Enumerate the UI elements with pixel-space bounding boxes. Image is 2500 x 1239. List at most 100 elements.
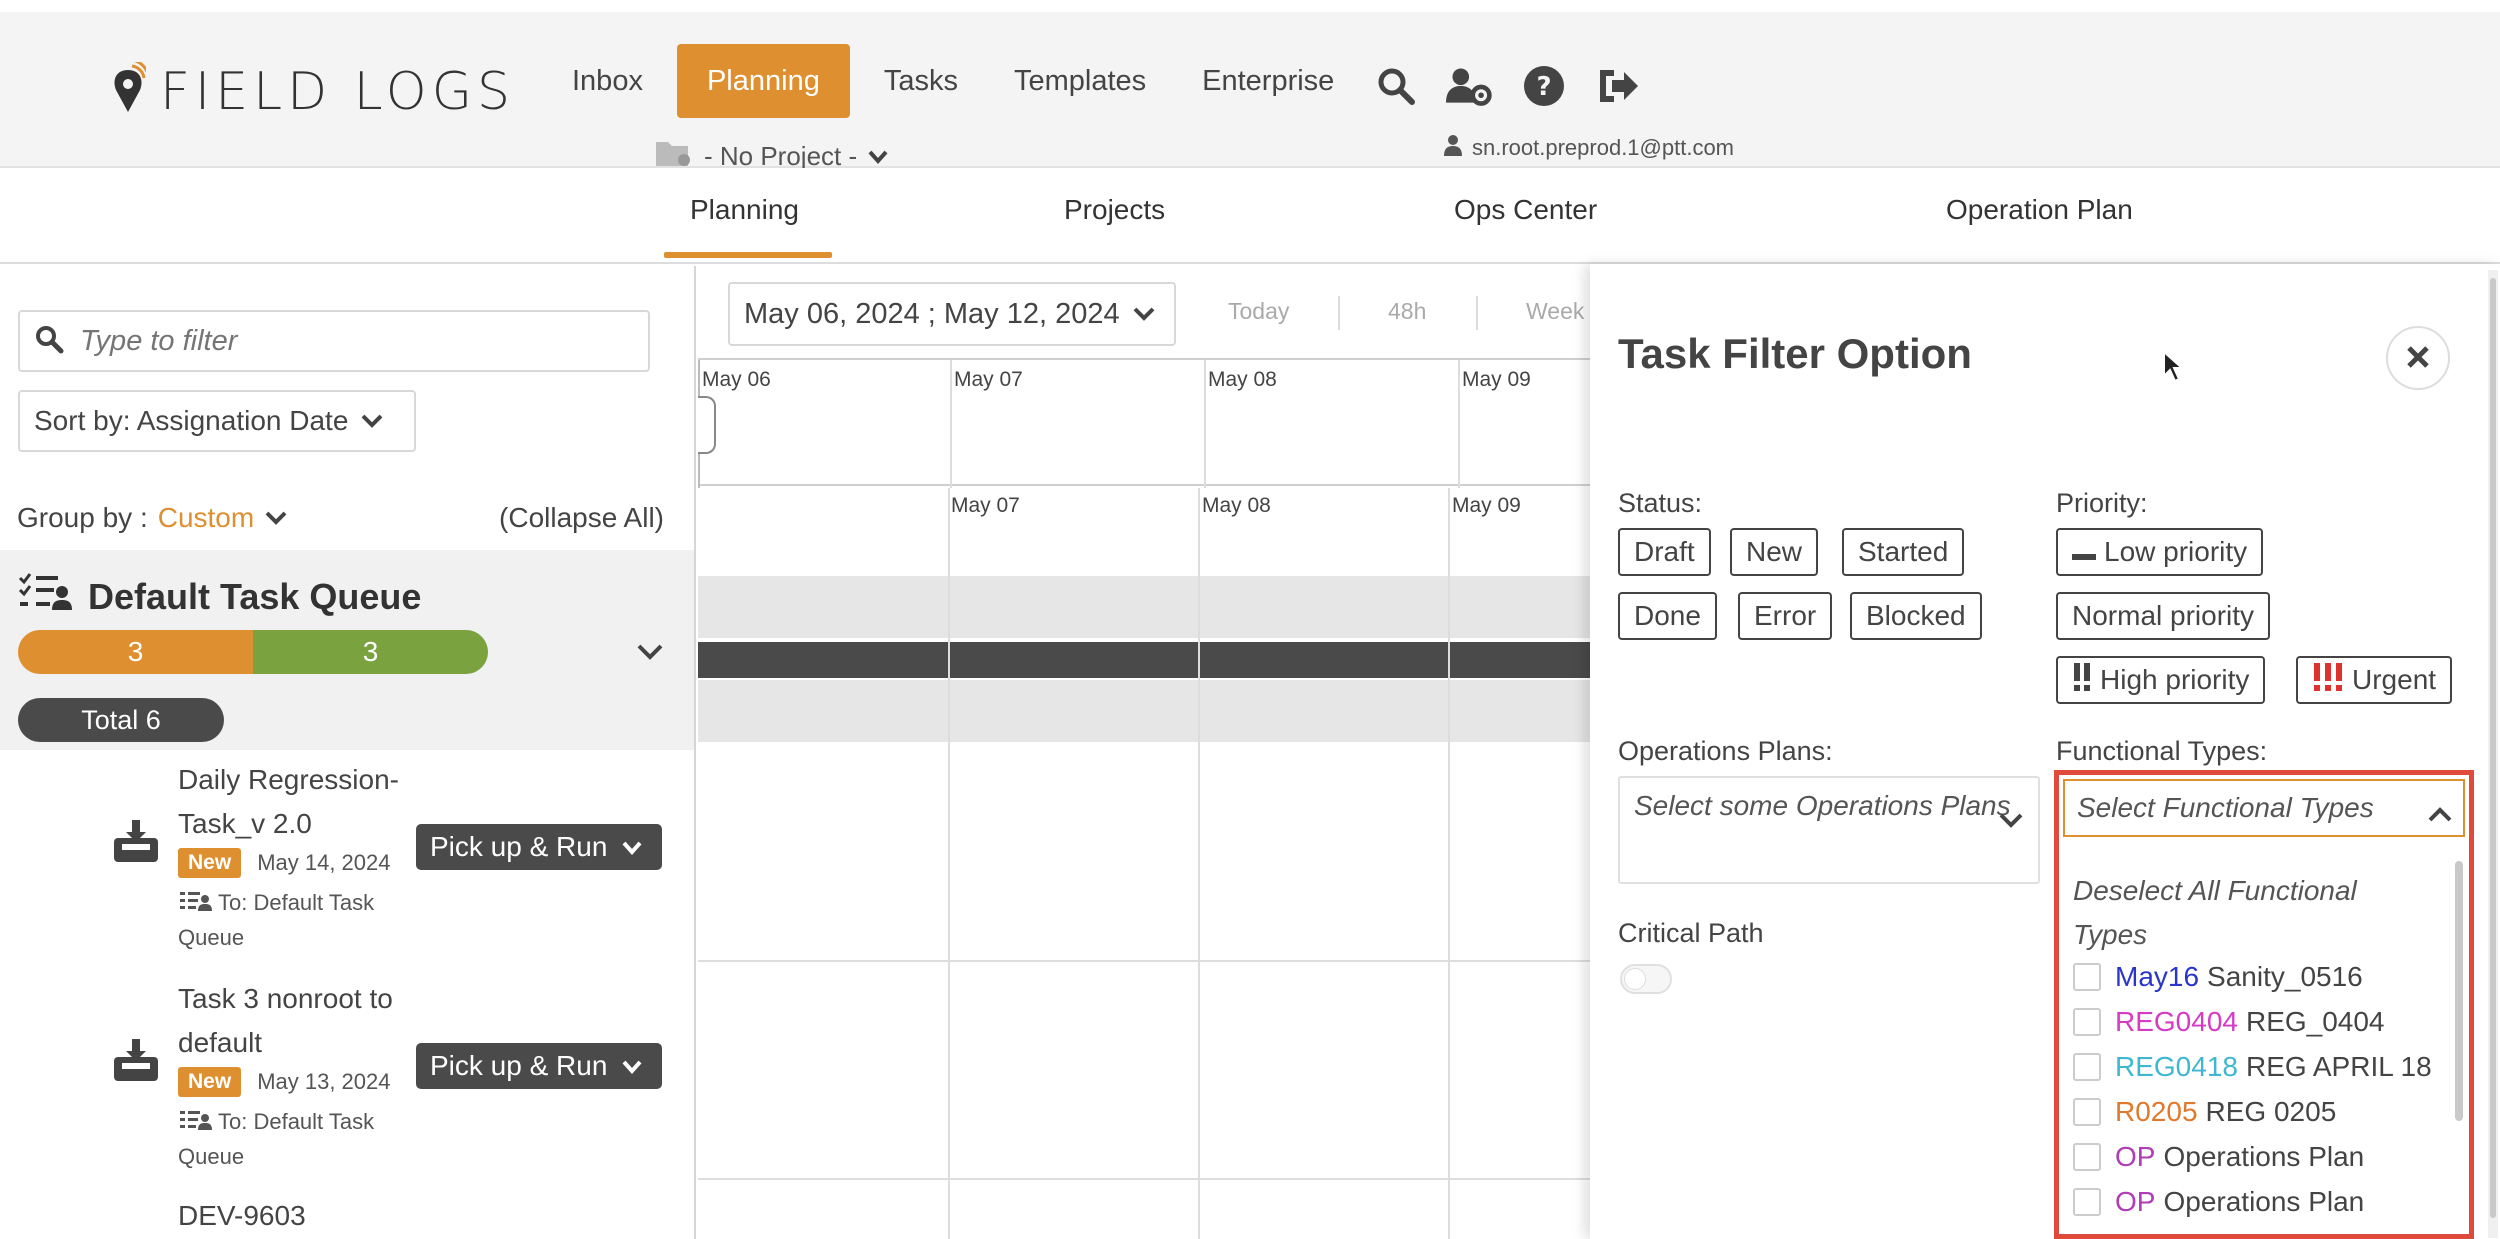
main-nav: Inbox Planning Tasks Templates Enterpris… [544, 44, 1362, 118]
close-button[interactable] [2386, 326, 2450, 390]
nav-planning[interactable]: Planning [676, 44, 850, 118]
filter-box[interactable] [18, 310, 650, 372]
functional-type-code: REG0418 [2115, 1051, 2238, 1082]
queue-header[interactable]: Default Task Queue [18, 572, 421, 621]
priority-chip-high[interactable]: High priority [2056, 656, 2266, 704]
top-header: FIELD LOGS Inbox Planning Tasks Template… [0, 0, 2500, 171]
pick-up-run-button[interactable]: Pick up & Run [416, 1043, 662, 1089]
filter-input[interactable] [80, 324, 640, 358]
checkbox[interactable] [2073, 1053, 2101, 1081]
status-badge: New [178, 1067, 242, 1097]
group-by[interactable]: Group by : Custom [17, 502, 288, 534]
date-range-picker[interactable]: May 06, 2024 ; May 12, 2024 [728, 282, 1176, 346]
nav-inbox[interactable]: Inbox [544, 44, 671, 118]
priority-chip-urgent[interactable]: Urgent [2296, 656, 2453, 704]
functional-type-option[interactable]: R0205 REG 0205 [2073, 1096, 2336, 1128]
ops-plans-placeholder: Select some Operations Plans [1634, 790, 2011, 821]
functional-types-placeholder: Select Functional Types [2077, 792, 2374, 823]
status-chip-draft[interactable]: Draft [1618, 528, 1711, 576]
status-chip-error[interactable]: Error [1738, 592, 1833, 640]
deselect-all-option[interactable]: Deselect All Functional Types [2073, 869, 2433, 957]
priority-chip-normal[interactable]: Normal priority [2056, 592, 2271, 640]
timeline-bar[interactable] [698, 642, 1590, 678]
search-icon [34, 324, 64, 359]
priority-low-label: Low priority [2104, 536, 2248, 567]
scrollbar-thumb[interactable] [2490, 278, 2496, 1218]
day-label: May 09 [1452, 494, 1521, 517]
app-logo[interactable]: FIELD LOGS [110, 52, 515, 132]
status-chip-done[interactable]: Done [1618, 592, 1717, 640]
user-email: sn.root.preprod.1@ptt.com [1472, 135, 1735, 160]
divider [1448, 488, 1450, 1239]
task-name[interactable]: DEV-9603 [178, 1194, 428, 1238]
status-chip-blocked[interactable]: Blocked [1850, 592, 1982, 640]
quick-today[interactable]: Today [1228, 298, 1289, 325]
task-item[interactable]: Daily Regression-Task_v 2.0 New May 14, … [0, 758, 694, 974]
pick-up-run-label: Pick up & Run [430, 1050, 608, 1081]
ops-plans-select[interactable]: Select some Operations Plans [1618, 776, 2040, 884]
user-info: sn.root.preprod.1@ptt.com [1444, 134, 1734, 162]
priority-high-label: High priority [2100, 664, 2250, 695]
page-scrollbar[interactable] [2488, 270, 2498, 1238]
sort-dropdown[interactable]: Sort by: Assignation Date [18, 390, 416, 452]
functional-type-name: REG APRIL 18 [2245, 1051, 2432, 1082]
timeline-handle[interactable] [698, 396, 716, 454]
functional-type-option[interactable]: OP Operations Plan [2073, 1186, 2364, 1218]
quick-week[interactable]: Week [1526, 298, 1584, 325]
chevron-down-icon[interactable] [636, 642, 664, 667]
tab-ops-center[interactable]: Ops Center [1454, 194, 1597, 226]
ops-plans-label: Operations Plans: [1618, 736, 1833, 766]
user-icon [1444, 134, 1462, 162]
divider [948, 488, 950, 1239]
task-list-icon [178, 887, 212, 921]
triple-exclamation-icon [2312, 662, 2344, 698]
sub-nav: Planning Projects Ops Center Operation P… [0, 168, 2500, 264]
status-chip-started[interactable]: Started [1842, 528, 1965, 576]
tab-projects[interactable]: Projects [1064, 194, 1165, 226]
logout-icon[interactable] [1594, 62, 1642, 110]
help-icon[interactable]: ? [1520, 62, 1568, 110]
divider [1338, 296, 1340, 330]
tab-planning[interactable]: Planning [690, 194, 799, 226]
functional-type-option[interactable]: OP Operations Plan [2073, 1141, 2364, 1173]
quick-48h[interactable]: 48h [1388, 298, 1426, 325]
svg-text:?: ? [1536, 72, 1551, 102]
chevron-up-icon [2427, 799, 2453, 831]
pick-up-run-label: Pick up & Run [430, 831, 608, 862]
group-by-value[interactable]: Custom [158, 502, 254, 534]
search-icon[interactable] [1372, 62, 1420, 110]
tab-operation-plan[interactable]: Operation Plan [1946, 194, 2133, 226]
task-item[interactable]: Task 3 nonroot to default New May 13, 20… [0, 977, 694, 1193]
functional-type-option[interactable]: REG0404 REG_0404 [2073, 1006, 2385, 1038]
nav-enterprise[interactable]: Enterprise [1174, 44, 1362, 118]
task-name[interactable]: Daily Regression-Task_v 2.0 [178, 758, 428, 846]
status-label: Status: [1618, 488, 1703, 518]
functional-types-select[interactable]: Select Functional Types [2063, 779, 2465, 837]
divider [1458, 360, 1460, 488]
checkbox[interactable] [2073, 1143, 2101, 1171]
status-chip-new[interactable]: New [1730, 528, 1819, 576]
collapse-all-link[interactable]: (Collapse All) [499, 502, 664, 534]
nav-templates[interactable]: Templates [986, 44, 1174, 118]
task-item[interactable]: DEV-9603 [0, 1194, 694, 1239]
checkbox[interactable] [2073, 1008, 2101, 1036]
task-list-panel: Sort by: Assignation Date Group by : Cus… [0, 266, 696, 1239]
functional-type-name: REG_0404 [2245, 1006, 2385, 1037]
task-filter-panel: Task Filter Option Status: Draft New Sta… [1590, 264, 2500, 1239]
checkbox[interactable] [2073, 963, 2101, 991]
user-settings-icon[interactable] [1446, 62, 1494, 110]
checkbox[interactable] [2073, 1098, 2101, 1126]
dropdown-scrollbar[interactable] [2455, 861, 2463, 1121]
checkbox[interactable] [2073, 1188, 2101, 1216]
task-name[interactable]: Task 3 nonroot to default [178, 977, 428, 1065]
priority-chip-low[interactable]: Low priority [2056, 528, 2264, 576]
functional-type-option[interactable]: REG0418 REG APRIL 18 [2073, 1051, 2432, 1083]
nav-tasks[interactable]: Tasks [856, 44, 986, 118]
pick-up-run-button[interactable]: Pick up & Run [416, 824, 662, 870]
timeline-band [698, 576, 1590, 638]
critical-path-label: Critical Path [1618, 918, 1764, 948]
critical-path-toggle[interactable] [1620, 964, 1672, 994]
chevron-down-icon [621, 831, 643, 863]
panel-title: Task Filter Option [1618, 330, 1972, 377]
functional-type-option[interactable]: May16 Sanity_0516 [2073, 961, 2363, 993]
